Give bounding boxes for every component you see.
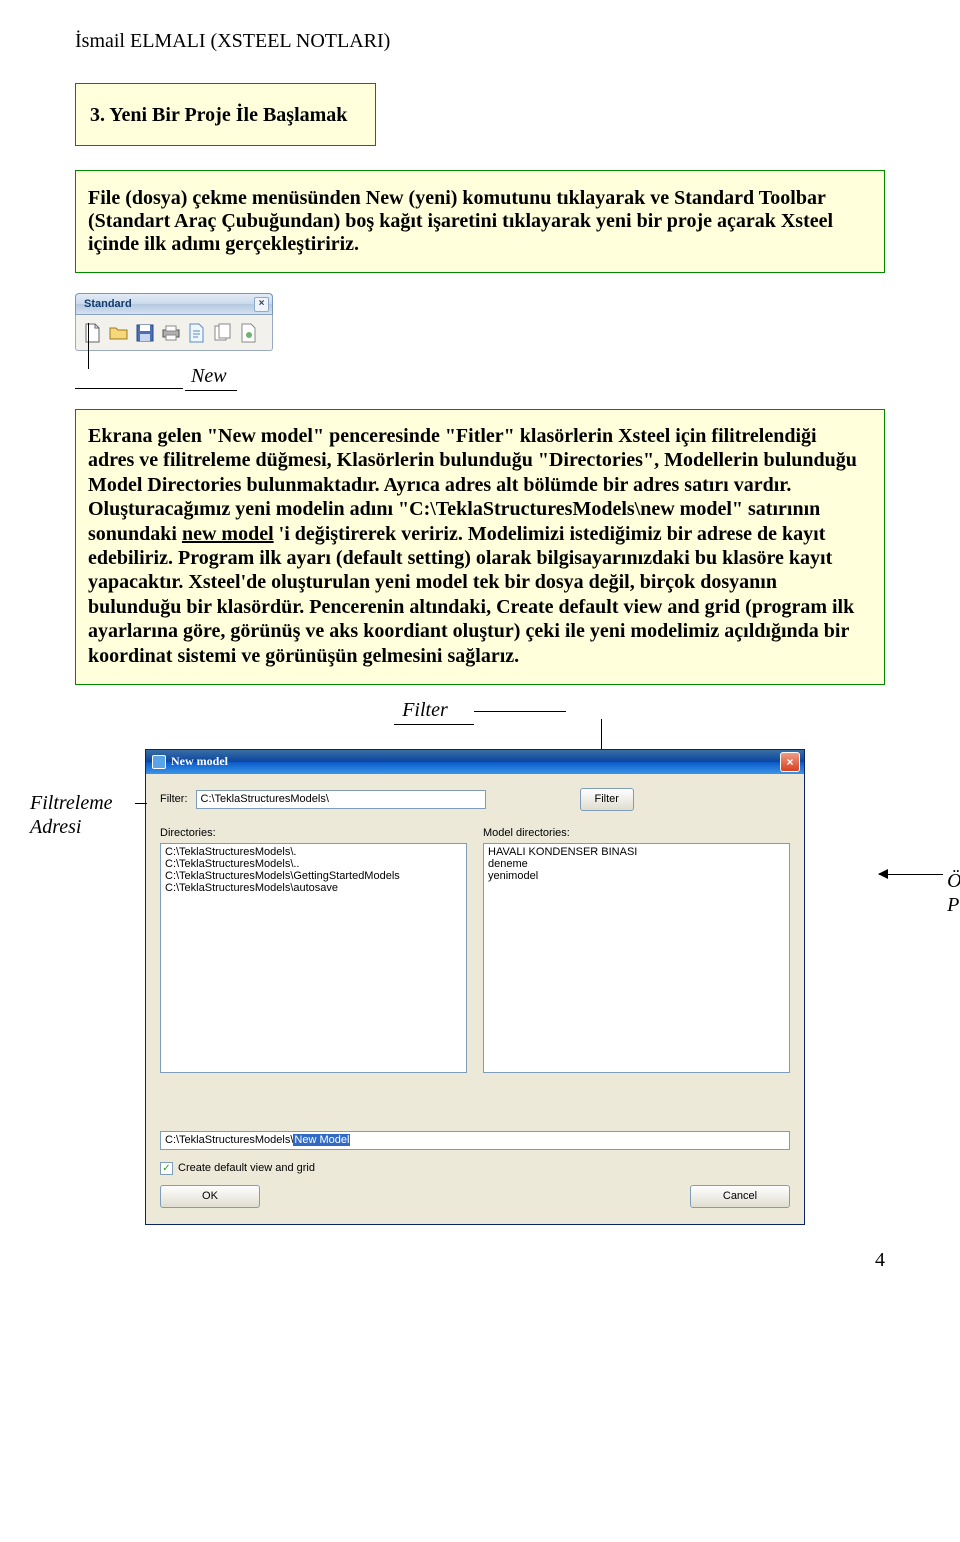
intro-paragraph-text: File (dosya) çekme menüsünden New (yeni)…: [88, 187, 833, 255]
create-default-label: Create default view and grid: [178, 1162, 315, 1174]
page-header: İsmail ELMALI (XSTEEL NOTLARI): [75, 30, 885, 53]
model-path-input[interactable]: C:\TeklaStructuresModels\New Model: [160, 1131, 790, 1150]
print-icon[interactable]: [160, 322, 182, 344]
page-icon[interactable]: [186, 322, 208, 344]
page-number: 4: [75, 1249, 885, 1272]
directories-column: Directories: C:\TeklaStructuresModels\. …: [160, 827, 467, 1073]
list-item[interactable]: C:\TeklaStructuresModels\autosave: [165, 882, 462, 894]
dialog-titlebar: New model ×: [146, 750, 804, 774]
detail-text-path: C:\TeklaStructuresModels\new model: [409, 498, 732, 520]
section-heading-box: 3. Yeni Bir Proje İle Başlamak: [75, 83, 376, 146]
section-heading-text: 3. Yeni Bir Proje İle Başlamak: [90, 104, 347, 126]
dialog-columns: Directories: C:\TeklaStructuresModels\. …: [160, 827, 790, 1073]
list-item[interactable]: deneme: [488, 858, 785, 870]
filter-field-label: Filter:: [160, 793, 188, 805]
list-item[interactable]: HAVALI KONDENSER BINASI: [488, 846, 785, 858]
ok-button[interactable]: OK: [160, 1185, 260, 1208]
model-directories-listbox[interactable]: HAVALI KONDENSER BINASI deneme yenimodel: [483, 843, 790, 1073]
app-icon: [152, 755, 166, 769]
previous-projects-label: Önceki Projeler: [947, 869, 960, 917]
standard-toolbar-screenshot: Standard ×: [75, 293, 273, 351]
directories-listbox[interactable]: C:\TeklaStructuresModels\. C:\TeklaStruc…: [160, 843, 467, 1073]
model-path-row: C:\TeklaStructuresModels\New Model: [160, 1131, 790, 1150]
intro-paragraph-box: File (dosya) çekme menüsünden New (yeni)…: [75, 170, 885, 273]
create-default-row: ✓ Create default view and grid: [160, 1162, 790, 1175]
detail-text-underline: new model: [182, 523, 274, 545]
list-item[interactable]: C:\TeklaStructuresModels\..: [165, 858, 462, 870]
new-callout-label: New: [185, 365, 237, 391]
model-path-prefix: C:\TeklaStructuresModels\: [165, 1134, 293, 1146]
list-item[interactable]: C:\TeklaStructuresModels\GettingStartedM…: [165, 870, 462, 882]
filter-row: Filter: Filter: [160, 788, 790, 811]
filter-address-label: Filtreleme Adresi: [30, 791, 113, 839]
new-model-dialog: New model × Filter: Filter Directories: …: [145, 749, 805, 1225]
dialog-title: New model: [171, 754, 228, 769]
list-item[interactable]: yenimodel: [488, 870, 785, 882]
save-icon[interactable]: [134, 322, 156, 344]
standard-toolbar-icons: [75, 315, 273, 351]
cancel-button[interactable]: Cancel: [690, 1185, 790, 1208]
detail-paragraph-box: Ekrana gelen "New model" penceresinde "F…: [75, 409, 885, 685]
dialog-wrapper: Filtreleme Adresi Önceki Projeler New mo…: [145, 749, 885, 1225]
filter-address-l1: Filtreleme: [30, 792, 113, 814]
create-default-checkbox[interactable]: ✓: [160, 1162, 173, 1175]
filter-button[interactable]: Filter: [580, 788, 634, 811]
standard-toolbar-title: Standard: [84, 298, 132, 310]
dialog-body: Filter: Filter Directories: C:\TeklaStru…: [146, 774, 804, 1214]
directories-label: Directories:: [160, 827, 467, 839]
model-directories-column: Model directories: HAVALI KONDENSER BINA…: [483, 827, 790, 1073]
filter-address-l2: Adresi: [30, 816, 81, 838]
document-icon[interactable]: [238, 322, 260, 344]
copy-icon[interactable]: [212, 322, 234, 344]
previous-projects-l2: Projeler: [947, 894, 960, 916]
previous-projects-arrow: [879, 865, 943, 883]
filter-address-connector: [135, 803, 147, 804]
new-label-underline-left: [75, 388, 183, 389]
standard-toolbar-titlebar: Standard ×: [75, 293, 273, 315]
filter-callout-row: Filter: [75, 699, 885, 725]
model-directories-label: Model directories:: [483, 827, 790, 839]
close-icon[interactable]: ×: [254, 297, 269, 312]
close-icon[interactable]: ×: [780, 752, 800, 772]
new-file-icon[interactable]: [82, 322, 104, 344]
dialog-button-row: OK Cancel: [160, 1185, 790, 1208]
filter-callout-label: Filter: [394, 699, 474, 725]
filter-input[interactable]: [196, 790, 486, 809]
previous-projects-l1: Önceki: [947, 870, 960, 892]
filter-underline-right: [474, 711, 566, 712]
list-item[interactable]: C:\TeklaStructuresModels\.: [165, 846, 462, 858]
new-label-row: New: [75, 365, 885, 391]
open-folder-icon[interactable]: [108, 322, 130, 344]
model-path-selected: New Model: [293, 1134, 350, 1146]
